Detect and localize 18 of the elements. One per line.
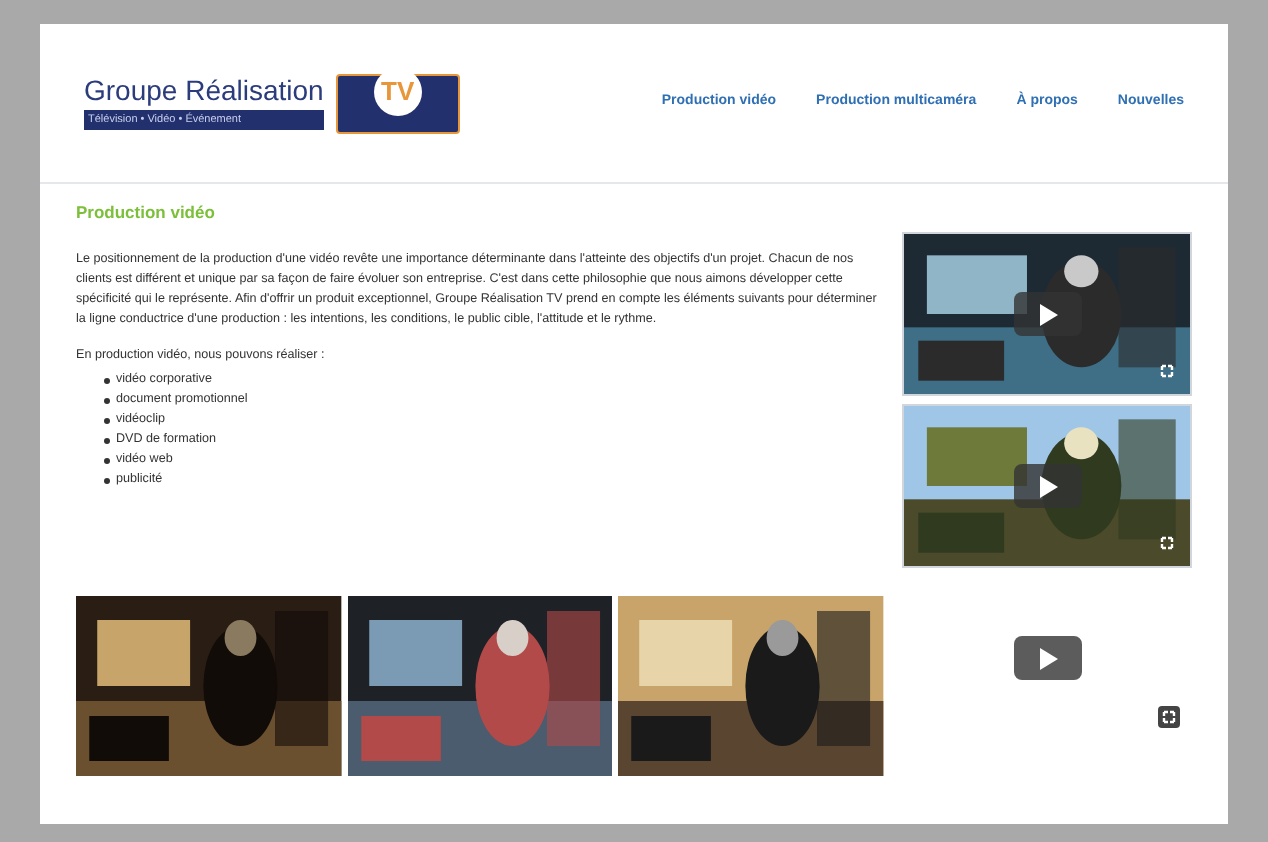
play-button[interactable]	[1013, 292, 1081, 336]
fullscreen-icon[interactable]	[1158, 706, 1180, 728]
bullet-icon	[104, 417, 110, 424]
play-icon	[1037, 303, 1057, 325]
fullscreen-icon[interactable]	[1156, 360, 1178, 382]
bullet-icon	[104, 397, 110, 404]
bullet-icon	[104, 377, 110, 384]
logo-name: Groupe Réalisation	[84, 75, 324, 104]
play-icon	[1037, 475, 1057, 497]
page-heading: Production vidéo	[76, 200, 217, 226]
fullscreen-icon[interactable]	[1156, 532, 1178, 554]
bullet-icon	[104, 477, 110, 484]
play-button[interactable]	[1013, 464, 1081, 508]
bullet-icon	[104, 457, 110, 464]
logo-badge: TV	[335, 73, 460, 133]
play-icon	[1037, 647, 1057, 669]
play-button[interactable]	[1013, 636, 1081, 680]
bullet-icon	[104, 437, 110, 444]
